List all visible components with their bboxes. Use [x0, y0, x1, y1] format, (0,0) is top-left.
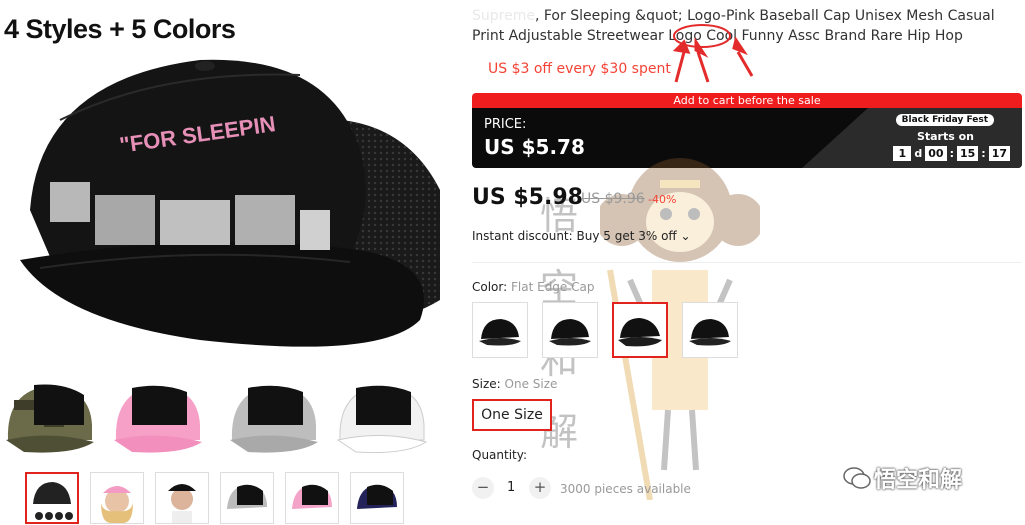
- size-option-button[interactable]: One Size: [472, 399, 552, 431]
- thumbnail-3[interactable]: [155, 472, 209, 524]
- main-product-image[interactable]: "FOR SLEEPIN: [0, 0, 450, 372]
- blurred-logo-part: [160, 200, 230, 245]
- thumbnail-2[interactable]: [90, 472, 144, 524]
- color-label-text: Color:: [472, 280, 508, 294]
- stock-available-text: 3000 pieces available: [560, 482, 691, 496]
- wechat-icon: [843, 467, 871, 489]
- sale-price-value: US $5.78: [484, 135, 585, 159]
- quantity-label: Quantity:: [472, 448, 528, 462]
- color-swatch-4[interactable]: [682, 302, 738, 358]
- promo-banner-text: 4 Styles + 5 Colors: [4, 14, 236, 44]
- timer-seconds: 17: [988, 146, 1010, 161]
- thumbnail-1[interactable]: [25, 472, 79, 524]
- timer-days-unit: d: [914, 147, 923, 160]
- variant-grey-cap[interactable]: [228, 380, 320, 455]
- original-price: US $9.96: [581, 191, 645, 207]
- size-label: Size: One Size: [472, 377, 557, 391]
- size-label-text: Size:: [472, 377, 501, 391]
- variant-white-cap[interactable]: [336, 380, 428, 455]
- blurred-logo-part: [50, 182, 90, 222]
- quantity-plus-button[interactable]: +: [529, 477, 551, 499]
- sale-notice-bar: Add to cart before the sale: [472, 93, 1022, 108]
- watermark-brand: 悟空和解: [874, 468, 963, 493]
- countdown-timer: 1 d 00 : 15 : 17: [893, 146, 1010, 161]
- black-friday-badge: Black Friday Fest: [895, 114, 994, 126]
- variant-camo-cap[interactable]: [4, 380, 96, 455]
- timer-separator: :: [981, 147, 986, 160]
- divider: [472, 262, 1022, 263]
- quantity-value[interactable]: 1: [507, 480, 515, 495]
- current-price: US $5.98: [472, 185, 583, 210]
- discount-percent: -40%: [648, 193, 677, 206]
- timer-days: 1: [893, 146, 912, 161]
- size-selected-value: One Size: [504, 377, 558, 391]
- variant-pink-cap[interactable]: [112, 380, 204, 455]
- color-swatch-3[interactable]: [612, 302, 668, 358]
- sale-price-label: PRICE:: [484, 117, 527, 132]
- blurred-logo-part: [95, 195, 155, 245]
- coupon-text[interactable]: US $3 off every $30 spent: [488, 61, 671, 77]
- thumbnail-4[interactable]: [220, 472, 274, 524]
- product-title-masked-brand: Supreme: [472, 8, 535, 24]
- instant-discount-link[interactable]: Instant discount: Buy 5 get 3% off ⌄: [472, 229, 691, 243]
- color-swatch-2[interactable]: [542, 302, 598, 358]
- thumbnail-6[interactable]: [350, 472, 404, 524]
- timer-separator: :: [949, 147, 954, 160]
- color-swatch-1[interactable]: [472, 302, 528, 358]
- thumbnail-5[interactable]: [285, 472, 339, 524]
- blurred-logo-part: [300, 210, 330, 250]
- color-selected-value: Flat Edge Cap: [511, 280, 595, 294]
- blurred-logo-part: [235, 195, 295, 245]
- timer-minutes: 15: [956, 146, 979, 161]
- quantity-minus-button[interactable]: −: [472, 477, 494, 499]
- starts-on-label: Starts on: [916, 130, 974, 143]
- color-label: Color: Flat Edge Cap: [472, 280, 594, 294]
- annotation-arrows: [672, 24, 754, 83]
- timer-hours: 00: [925, 146, 947, 161]
